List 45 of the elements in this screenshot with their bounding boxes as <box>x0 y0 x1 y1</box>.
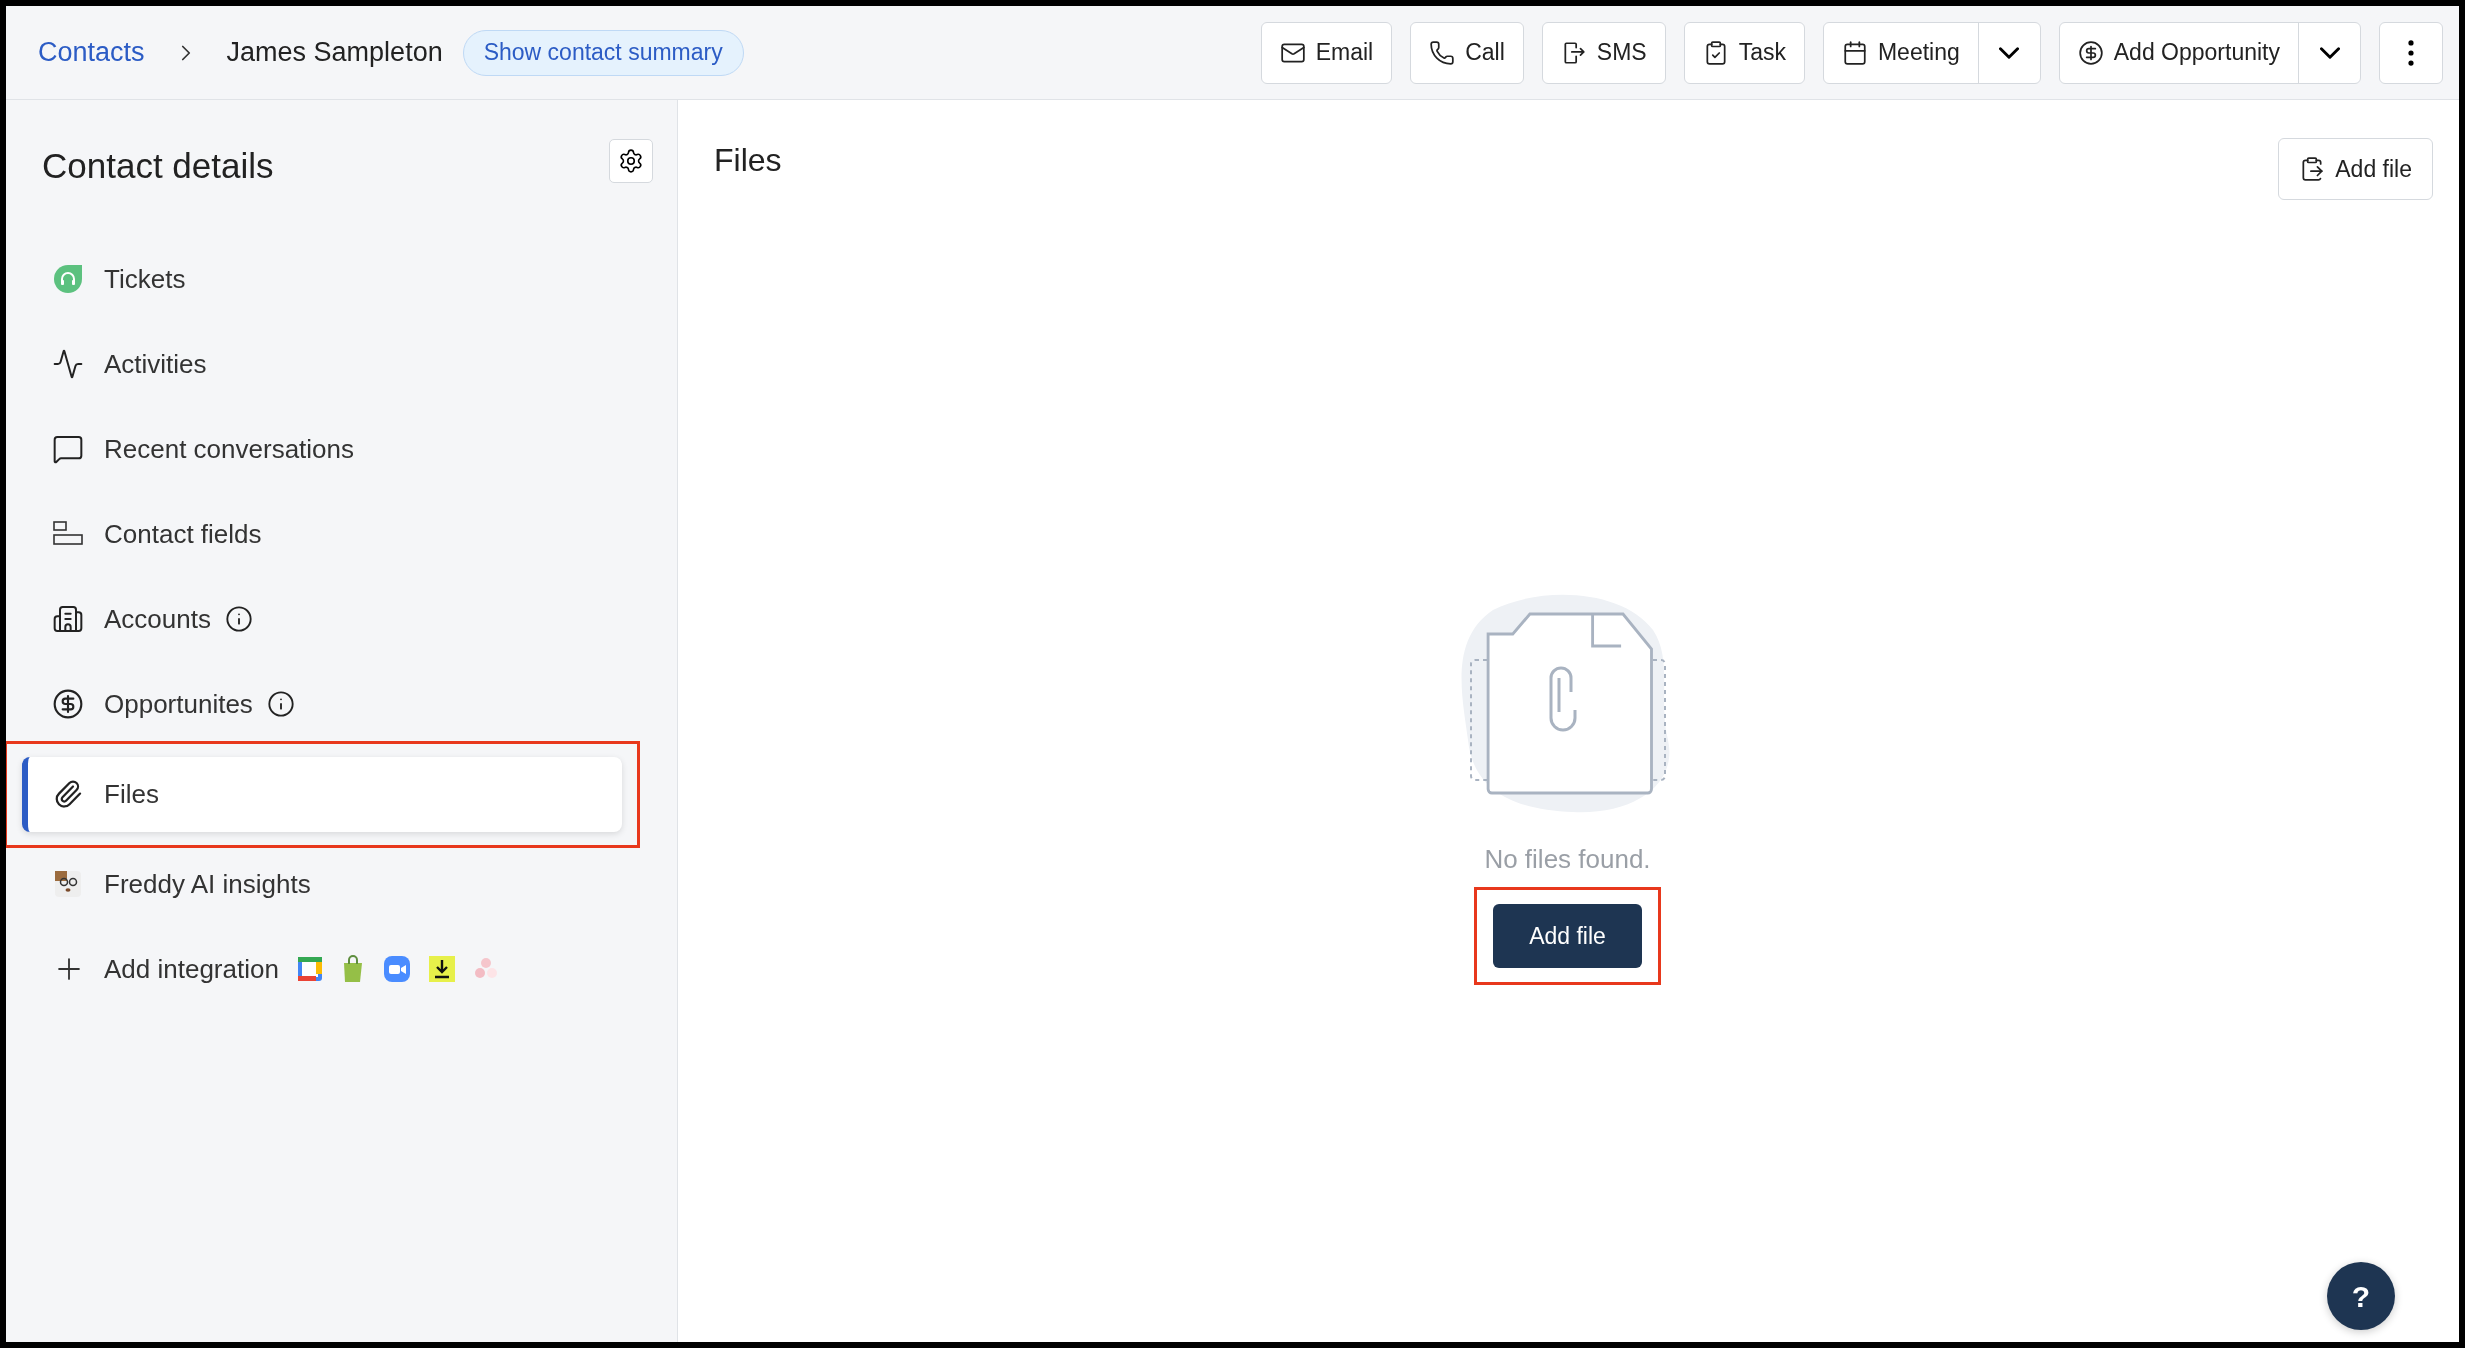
sidebar-item[interactable]: Opportunites <box>22 666 622 742</box>
action-button[interactable]: Task <box>1683 21 1805 84</box>
dollar-icon <box>2077 39 2104 66</box>
action-button[interactable]: SMS <box>1541 21 1666 84</box>
phone-icon <box>1429 39 1456 66</box>
action-button[interactable]: Email <box>1260 21 1393 84</box>
chat-bubble-icon <box>52 433 84 465</box>
building-icon <box>52 603 84 635</box>
more-icon <box>2408 39 2414 66</box>
more-button[interactable] <box>2379 21 2443 84</box>
calendar-icon <box>1841 39 1868 66</box>
sidebar-item[interactable]: Accounts <box>22 581 622 657</box>
sidebar-item[interactable]: Files <box>22 756 622 832</box>
breadcrumb-link[interactable]: Contacts <box>38 32 145 73</box>
dollar-icon <box>52 688 84 720</box>
sidebar-title: Contact details <box>42 145 274 187</box>
sidebar-item[interactable]: Contact fields <box>22 496 622 572</box>
sidebar-item[interactable]: Recent conversations <box>22 411 622 487</box>
chevron-down-icon <box>1999 46 2020 59</box>
chevron-down-icon <box>2319 46 2340 59</box>
sidebar-item[interactable]: Activities <box>22 326 622 402</box>
add-integration-link[interactable]: Add integration <box>104 949 279 989</box>
dog-face-icon <box>52 868 84 900</box>
action-button[interactable]: Add Opportunity <box>2059 22 2298 83</box>
settings-icon <box>618 148 644 175</box>
contact-name: James Sampleton <box>226 36 443 70</box>
add-file-button[interactable]: Add file <box>1493 904 1642 968</box>
add-file-button[interactable]: Add file <box>2278 138 2433 200</box>
info-icon[interactable] <box>266 690 295 718</box>
sidebar-item[interactable]: Freddy AI insights <box>22 846 622 922</box>
summary-button[interactable]: Show contact summary <box>462 29 744 76</box>
paperclip-icon <box>53 779 83 809</box>
page-title: Files <box>714 141 782 180</box>
action-button[interactable]: Call <box>1410 21 1524 84</box>
empty-message: No files found. <box>1484 843 1651 876</box>
help-button[interactable]: ? <box>2327 1262 2395 1330</box>
headset-icon <box>52 263 84 295</box>
download-icon[interactable] <box>428 956 455 982</box>
info-icon[interactable] <box>224 605 253 633</box>
calendar-app-icon[interactable] <box>296 956 323 982</box>
video-camera-icon[interactable] <box>382 955 411 983</box>
settings-button[interactable] <box>609 139 653 184</box>
activity-icon <box>52 348 84 380</box>
action-button[interactable]: Meeting <box>1823 22 1978 83</box>
sidebar-item[interactable]: Tickets <box>22 241 622 317</box>
